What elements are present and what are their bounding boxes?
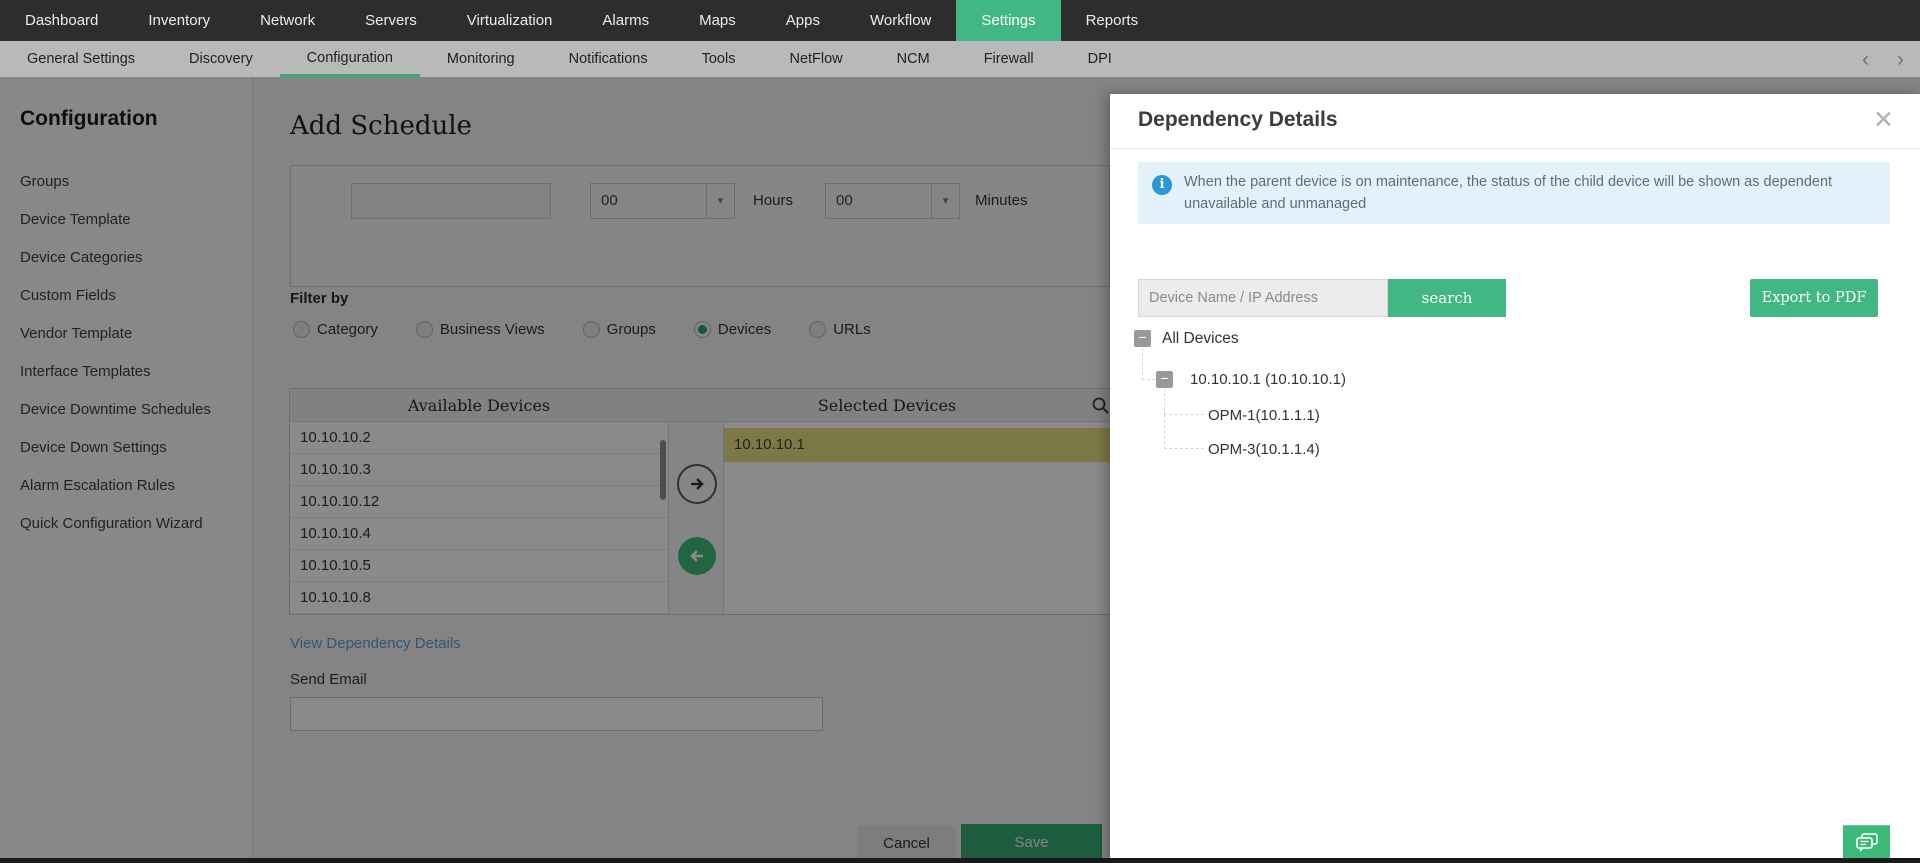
tree-node-all-devices[interactable]: All Devices xyxy=(1162,330,1239,347)
nav-item-servers[interactable]: Servers xyxy=(340,0,442,41)
subnav-item-netflow[interactable]: NetFlow xyxy=(762,41,869,77)
subnav-item-ncm[interactable]: NCM xyxy=(870,41,957,77)
tree-connector xyxy=(1164,415,1204,449)
tree-node-child-device[interactable]: OPM-3(10.1.1.4) xyxy=(1208,441,1320,458)
dependency-details-panel: Dependency Details ✕ i When the parent d… xyxy=(1110,94,1920,863)
chevron-right-icon[interactable]: › xyxy=(1897,49,1904,70)
nav-item-workflow[interactable]: Workflow xyxy=(845,0,956,41)
nav-item-reports[interactable]: Reports xyxy=(1061,0,1164,41)
nav-item-alarms[interactable]: Alarms xyxy=(577,0,674,41)
chevron-left-icon[interactable]: ‹ xyxy=(1862,49,1869,70)
feedback-chat-button[interactable] xyxy=(1843,825,1890,859)
collapse-minus-icon[interactable]: − xyxy=(1134,330,1151,347)
tree-node-child-device[interactable]: OPM-1(10.1.1.1) xyxy=(1208,407,1320,424)
nav-item-apps[interactable]: Apps xyxy=(761,0,845,41)
tree-connector xyxy=(1164,389,1204,415)
subnav-item-dpi[interactable]: DPI xyxy=(1061,41,1139,77)
nav-item-maps[interactable]: Maps xyxy=(674,0,761,41)
tree-node-parent-device[interactable]: 10.10.10.1 (10.10.10.1) xyxy=(1190,371,1346,388)
subnav-item-monitoring[interactable]: Monitoring xyxy=(420,41,542,77)
nav-item-dashboard[interactable]: Dashboard xyxy=(0,0,123,41)
bottom-edge-bar xyxy=(0,858,1920,863)
subnav-item-configuration[interactable]: Configuration xyxy=(279,41,420,77)
subnav-item-discovery[interactable]: Discovery xyxy=(162,41,280,77)
settings-sub-nav: General Settings Discovery Configuration… xyxy=(0,41,1920,77)
nav-item-inventory[interactable]: Inventory xyxy=(123,0,235,41)
top-nav: Dashboard Inventory Network Servers Virt… xyxy=(0,0,1920,41)
tree-connector xyxy=(1142,348,1155,380)
subnav-item-tools[interactable]: Tools xyxy=(675,41,763,77)
chat-bubbles-icon xyxy=(1855,832,1878,852)
subnav-item-firewall[interactable]: Firewall xyxy=(957,41,1061,77)
subnav-scroll-arrows: ‹ › xyxy=(1862,41,1904,77)
collapse-minus-icon[interactable]: − xyxy=(1156,371,1173,388)
nav-item-network[interactable]: Network xyxy=(235,0,340,41)
nav-item-settings[interactable]: Settings xyxy=(956,0,1061,41)
nav-item-virtualization[interactable]: Virtualization xyxy=(442,0,578,41)
dependency-tree: − All Devices − 10.10.10.1 (10.10.10.1) … xyxy=(1110,94,1920,863)
subnav-item-general-settings[interactable]: General Settings xyxy=(0,41,162,77)
subnav-item-notifications[interactable]: Notifications xyxy=(542,41,675,77)
